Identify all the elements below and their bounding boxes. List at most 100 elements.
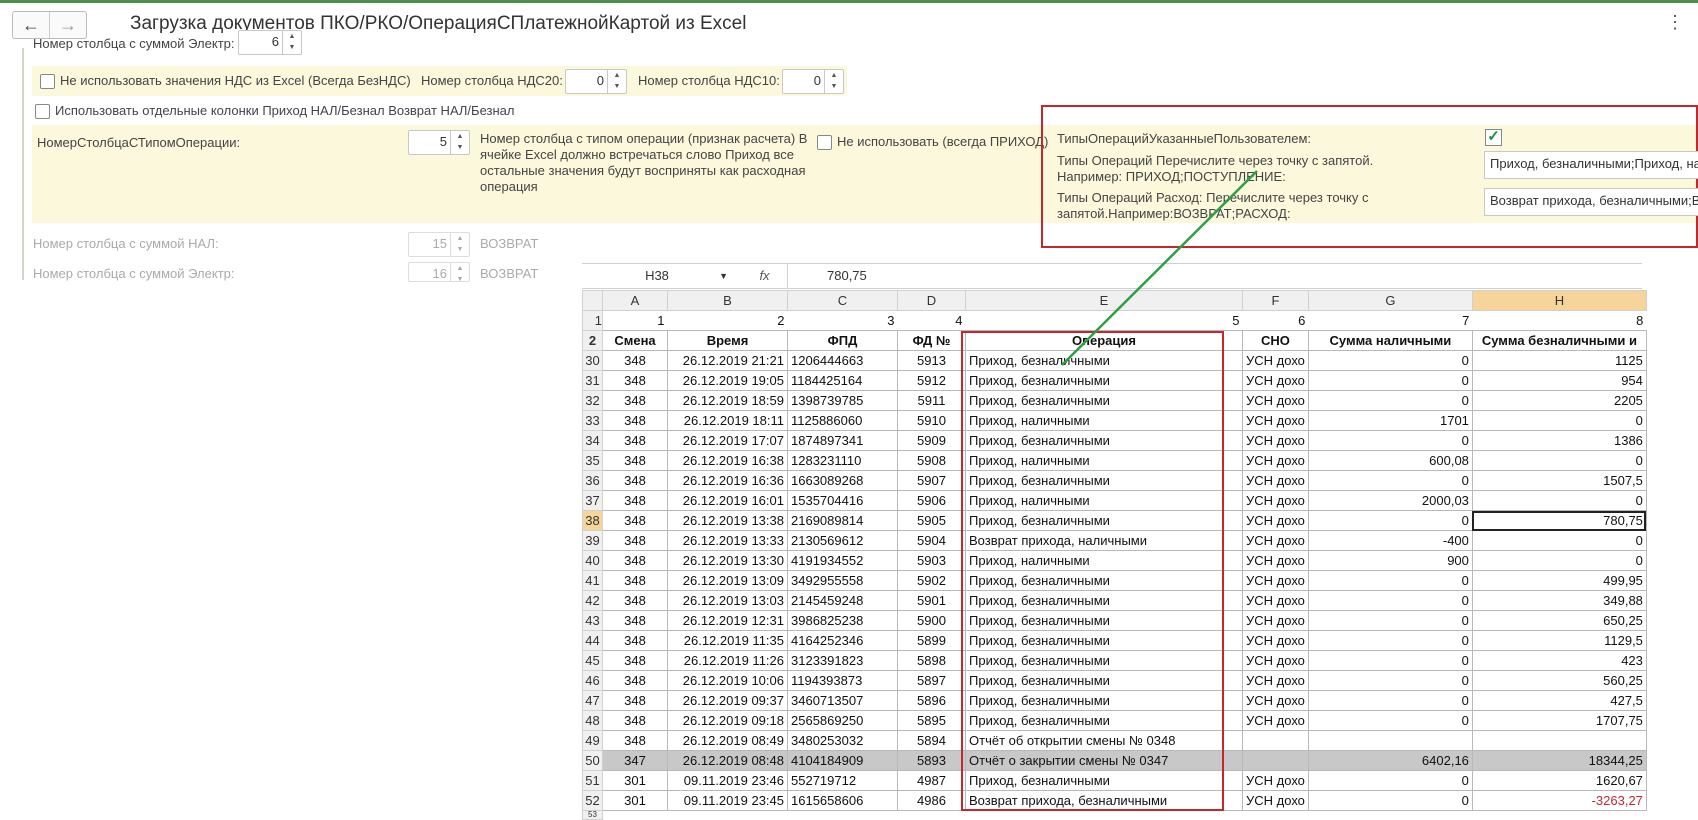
excel-cell[interactable]: 18344,25 xyxy=(1471,750,1647,771)
excel-cell[interactable]: 5911 xyxy=(897,390,966,411)
excel-cell[interactable]: 3460713507 xyxy=(787,690,898,711)
excel-header-cell[interactable]: СНО xyxy=(1242,330,1309,351)
excel-cell[interactable]: 5893 xyxy=(897,750,966,771)
optype-column-stepper[interactable]: 5 ▲ ▼ xyxy=(408,130,470,155)
excel-cell[interactable]: Приход, безналичными xyxy=(965,770,1243,791)
excel-cell[interactable]: 3492955558 xyxy=(787,570,898,591)
excel-cell[interactable]: 26.12.2019 13:30 xyxy=(667,550,788,571)
excel-cell[interactable]: 1615658606 xyxy=(787,790,898,811)
no-nds-checkbox[interactable] xyxy=(40,74,55,89)
excel-cell[interactable]: 1125 xyxy=(1471,350,1647,371)
excel-cell[interactable]: 348 xyxy=(602,570,668,591)
excel-cell[interactable]: 1283231110 xyxy=(787,450,898,471)
excel-cell[interactable]: 26.12.2019 16:38 xyxy=(667,450,788,471)
excel-cell[interactable]: 348 xyxy=(602,630,668,651)
excel-cell[interactable]: Приход, безналичными xyxy=(965,670,1243,691)
excel-cell[interactable]: 348 xyxy=(602,450,668,471)
excel-cell[interactable]: 26.12.2019 11:26 xyxy=(667,650,788,671)
excel-cell[interactable]: УСН дохо xyxy=(1242,390,1309,411)
excel-cell[interactable]: 349,88 xyxy=(1471,590,1647,611)
excel-cell[interactable]: 4 xyxy=(898,311,966,331)
excel-cell[interactable]: 5910 xyxy=(897,410,966,431)
income-types-input[interactable]: Приход, безналичными;Приход, на xyxy=(1484,151,1698,179)
excel-cell[interactable]: 26.12.2019 13:38 xyxy=(667,510,788,531)
excel-cell[interactable]: 5902 xyxy=(897,570,966,591)
excel-cell[interactable]: 5904 xyxy=(897,530,966,551)
excel-cell[interactable]: УСН дохо xyxy=(1242,430,1309,451)
excel-cell[interactable]: 3986825238 xyxy=(787,610,898,631)
excel-row-header[interactable]: 30 xyxy=(582,350,603,371)
excel-cell[interactable]: Возврат прихода, наличными xyxy=(965,530,1243,551)
excel-cell[interactable]: 1398739785 xyxy=(787,390,898,411)
excel-cell[interactable]: 348 xyxy=(602,610,668,631)
excel-cell[interactable]: 26.12.2019 13:03 xyxy=(667,590,788,611)
excel-cell[interactable]: 2145459248 xyxy=(787,590,898,611)
excel-row-header[interactable]: 1 xyxy=(582,310,603,331)
excel-cell[interactable]: 1707,75 xyxy=(1471,710,1647,731)
excel-cell[interactable]: 0 xyxy=(1307,470,1473,491)
excel-cell[interactable]: 0 xyxy=(1307,350,1473,371)
excel-cell[interactable]: 348 xyxy=(602,390,668,411)
excel-cell[interactable]: 348 xyxy=(602,510,668,531)
excel-row-header[interactable]: 33 xyxy=(582,410,603,431)
excel-cell[interactable]: 4987 xyxy=(897,770,966,791)
excel-cell[interactable]: Приход, безналичными xyxy=(965,630,1243,651)
excel-cell[interactable]: 09.11.2019 23:46 xyxy=(667,770,788,791)
excel-cell[interactable]: 0 xyxy=(1471,490,1647,511)
excel-cell[interactable]: 0 xyxy=(1471,530,1647,551)
excel-cell[interactable]: 0 xyxy=(1471,550,1647,571)
excel-cell[interactable]: 5896 xyxy=(897,690,966,711)
excel-row-header[interactable]: 39 xyxy=(582,530,603,551)
excel-cell[interactable]: 2205 xyxy=(1471,390,1647,411)
excel-cell[interactable]: УСН дохо xyxy=(1242,370,1309,391)
excel-cell[interactable]: 5895 xyxy=(897,710,966,731)
excel-cell[interactable]: Возврат прихода, безналичными xyxy=(965,790,1243,811)
excel-cell[interactable]: 5913 xyxy=(897,350,966,371)
excel-cell[interactable]: 301 xyxy=(602,770,668,791)
excel-cell[interactable]: 0 xyxy=(1307,670,1473,691)
user-types-checkbox[interactable]: ✓ xyxy=(1485,129,1502,146)
excel-cell[interactable]: УСН дохо xyxy=(1242,610,1309,631)
excel-cell[interactable]: 348 xyxy=(602,350,668,371)
excel-cell[interactable]: УСН дохо xyxy=(1242,550,1309,571)
excel-cell[interactable]: 26.12.2019 11:35 xyxy=(667,630,788,651)
excel-cell[interactable]: Приход, безналичными xyxy=(965,650,1243,671)
back-arrow-icon[interactable]: ← xyxy=(13,12,49,38)
excel-cell[interactable] xyxy=(1471,730,1647,751)
excel-cell[interactable]: 3 xyxy=(788,311,898,331)
excel-cell[interactable]: 26.12.2019 16:36 xyxy=(667,470,788,491)
excel-cell[interactable]: Отчёт о закрытии смены № 0347 xyxy=(965,750,1243,771)
excel-cell[interactable]: 5894 xyxy=(897,730,966,751)
expense-types-input[interactable]: Возврат прихода, безналичными;В xyxy=(1484,188,1698,216)
excel-cell[interactable]: Приход, наличными xyxy=(965,450,1243,471)
excel-cell[interactable]: Приход, безналичными xyxy=(965,590,1243,611)
excel-cell[interactable]: УСН дохо xyxy=(1242,530,1309,551)
excel-cell[interactable]: 0 xyxy=(1307,690,1473,711)
excel-cell[interactable]: Приход, безналичными xyxy=(965,710,1243,731)
excel-cell[interactable]: 0 xyxy=(1307,390,1473,411)
excel-cell[interactable]: 26.12.2019 18:59 xyxy=(667,390,788,411)
excel-cell[interactable]: Отчёт об открытии смены № 0348 xyxy=(965,730,1243,751)
excel-cell[interactable]: 5903 xyxy=(897,550,966,571)
excel-cell[interactable]: 348 xyxy=(602,410,668,431)
excel-cell[interactable]: 1 xyxy=(603,311,668,331)
excel-cell[interactable]: 780,75 xyxy=(1471,510,1647,531)
excel-cell[interactable]: УСН дохо xyxy=(1242,650,1309,671)
excel-cell[interactable]: Приход, безналичными xyxy=(965,610,1243,631)
excel-cell[interactable]: УСН дохо xyxy=(1242,350,1309,371)
excel-column-header[interactable]: F xyxy=(1242,290,1309,311)
excel-cell[interactable]: 2 xyxy=(668,311,788,331)
excel-cell[interactable]: 1701 xyxy=(1307,410,1473,431)
excel-cell[interactable]: 09.11.2019 23:45 xyxy=(667,790,788,811)
excel-cell[interactable]: Приход, наличными xyxy=(965,490,1243,511)
cut-column-stepper[interactable]: 6 ▲ ▼ xyxy=(238,30,302,55)
excel-cell[interactable]: -3263,27 xyxy=(1471,790,1647,811)
excel-cell[interactable]: 6402,16 xyxy=(1307,750,1473,771)
excel-row-header[interactable]: 32 xyxy=(582,390,603,411)
excel-cell[interactable]: УСН дохо xyxy=(1242,630,1309,651)
excel-column-header[interactable]: B xyxy=(667,290,788,311)
excel-cell[interactable]: 348 xyxy=(602,490,668,511)
separate-columns-checkbox[interactable] xyxy=(35,104,50,119)
excel-header-cell[interactable]: ФД № xyxy=(897,330,966,351)
excel-cell[interactable]: 5908 xyxy=(897,450,966,471)
